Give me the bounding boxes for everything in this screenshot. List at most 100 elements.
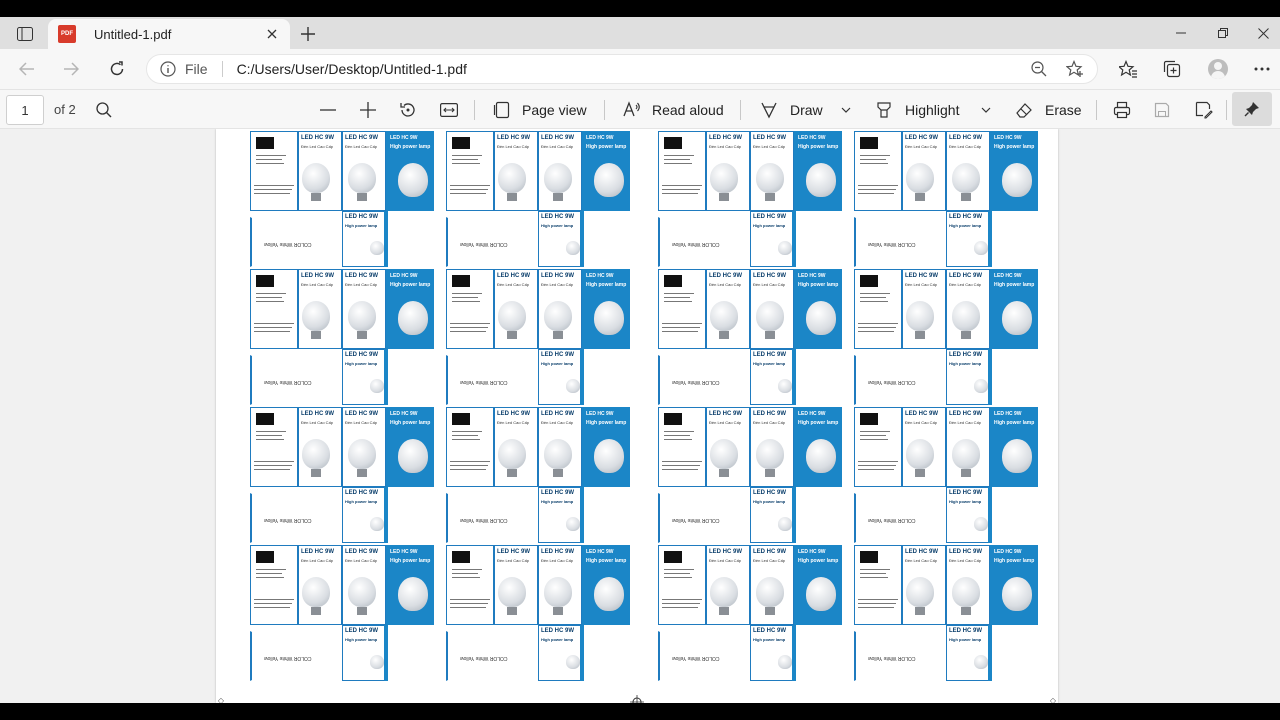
black-logo [860, 137, 878, 149]
tile-line2: High power lamp [541, 637, 574, 642]
tab-active[interactable]: PDF Untitled-1.pdf [48, 19, 290, 49]
bulb-base [357, 607, 367, 615]
print-icon [1113, 101, 1131, 119]
text-line [664, 159, 690, 160]
tile-line1: Đèn Led Cao Cấp [753, 420, 786, 425]
url-text[interactable]: C:/Users/User/Desktop/Untitled-1.pdf [237, 61, 1025, 77]
draw-icon[interactable] [755, 96, 783, 124]
tile-line1: Đèn Led Cao Cấp [301, 144, 334, 149]
packaging-tile: LED HC 9W Đèn Led Cao Cấp LED HC 9W Đèn Led… [250, 407, 434, 545]
text-line [858, 469, 894, 470]
tile-led-title: LED HC 9W [949, 549, 982, 555]
draw-options-dropdown[interactable] [832, 96, 860, 124]
black-logo [256, 551, 274, 563]
pin-toolbar-button[interactable] [1232, 92, 1272, 126]
read-aloud-button[interactable]: Read aloud [652, 102, 724, 118]
collections-button[interactable] [1156, 55, 1188, 83]
print-button[interactable] [1108, 96, 1136, 124]
zoom-out-icon[interactable] [1025, 55, 1053, 83]
restore-icon [1218, 28, 1228, 38]
text-line [450, 607, 486, 608]
bulb-image [370, 517, 384, 531]
zoom-in-button[interactable] [354, 96, 382, 124]
bulb-base [357, 469, 367, 477]
profile-button[interactable] [1202, 55, 1234, 83]
rotate-button[interactable] [394, 96, 422, 124]
eraser-icon[interactable] [1010, 96, 1038, 124]
highlight-button[interactable]: Highlight [905, 102, 959, 118]
tile-line2: High power lamp [390, 420, 431, 426]
tile-led-title: LED HC 9W [753, 273, 786, 279]
bulb-image [1002, 439, 1032, 473]
bulb-base [311, 607, 321, 615]
tile-led-title: LED HC 9W [709, 549, 742, 555]
page-view-button[interactable]: Page view [522, 102, 587, 118]
tile-line2: High power lamp [949, 223, 982, 228]
text-line [450, 189, 488, 190]
blue-edge [384, 211, 388, 267]
text-line [664, 293, 694, 294]
bulb-image [906, 577, 934, 607]
document-viewport[interactable]: LED HC 9W Đèn Led Cao Cấp LED HC 9W Đèn Led… [0, 129, 1280, 703]
tile-line2: High power lamp [798, 420, 839, 426]
save-button[interactable] [1148, 96, 1176, 124]
find-button[interactable] [90, 96, 118, 124]
new-tab-button[interactable] [296, 22, 320, 46]
text-line [254, 603, 292, 604]
zoom-out-button[interactable] [314, 96, 342, 124]
blue-edge [988, 349, 992, 405]
bulb-image [302, 301, 330, 331]
draw-button[interactable]: Draw [790, 102, 823, 118]
tile-side-label: COLOR White Yellow [868, 241, 916, 247]
tile-led-title: LED HC 9W [798, 135, 826, 141]
favorites-button[interactable] [1112, 55, 1144, 83]
text-line [860, 573, 886, 574]
read-aloud-icon[interactable] [618, 96, 646, 124]
text-line [662, 189, 700, 190]
bulb-image [302, 163, 330, 193]
text-line [860, 435, 886, 436]
bulb-image [566, 517, 580, 531]
bulb-image [302, 439, 330, 469]
bulb-base [507, 331, 517, 339]
info-icon[interactable] [159, 60, 177, 78]
tile-line1: Đèn Led Cao Cấp [541, 282, 574, 287]
packaging-tile: LED HC 9W Đèn Led Cao Cấp LED HC 9W Đèn Led… [658, 131, 842, 269]
page-view-icon[interactable] [488, 96, 516, 124]
save-as-button[interactable] [1190, 96, 1218, 124]
tab-close-button[interactable] [262, 24, 282, 44]
back-button[interactable] [12, 55, 42, 83]
tile-led-title: LED HC 9W [905, 549, 938, 555]
address-bar[interactable]: File C:/Users/User/Desktop/Untitled-1.pd… [146, 54, 1098, 84]
settings-more-button[interactable] [1246, 55, 1278, 83]
text-line [664, 577, 692, 578]
tile-line2: High power lamp [753, 637, 786, 642]
tile-led-title: LED HC 9W [798, 273, 826, 279]
tile-line2: High power lamp [390, 144, 431, 150]
refresh-button[interactable] [102, 55, 132, 83]
rotate-icon [400, 103, 415, 117]
tab-actions-button[interactable] [8, 21, 42, 47]
bulb-image [952, 439, 980, 469]
text-line [664, 439, 692, 440]
highlight-icon[interactable] [870, 96, 898, 124]
tile-led-title: LED HC 9W [541, 135, 574, 141]
minimize-button[interactable] [1158, 17, 1204, 49]
text-line [858, 331, 894, 332]
bulb-image [1002, 163, 1032, 197]
packaging-tile: LED HC 9W Đèn Led Cao Cấp LED HC 9W Đèn Led… [658, 269, 842, 407]
window-close-button[interactable] [1240, 17, 1280, 49]
tile-line2: High power lamp [586, 558, 627, 564]
black-logo [664, 551, 682, 563]
text-line [662, 323, 702, 324]
text-line [662, 185, 702, 186]
tile-led-title: LED HC 9W [586, 549, 614, 555]
highlight-options-dropdown[interactable] [972, 96, 1000, 124]
add-favorite-icon[interactable] [1061, 55, 1089, 83]
text-line [450, 469, 486, 470]
page-number-input[interactable]: 1 [6, 95, 44, 125]
forward-button[interactable] [56, 55, 86, 83]
text-line [860, 577, 888, 578]
erase-button[interactable]: Erase [1045, 102, 1082, 118]
fit-width-button[interactable] [435, 96, 463, 124]
